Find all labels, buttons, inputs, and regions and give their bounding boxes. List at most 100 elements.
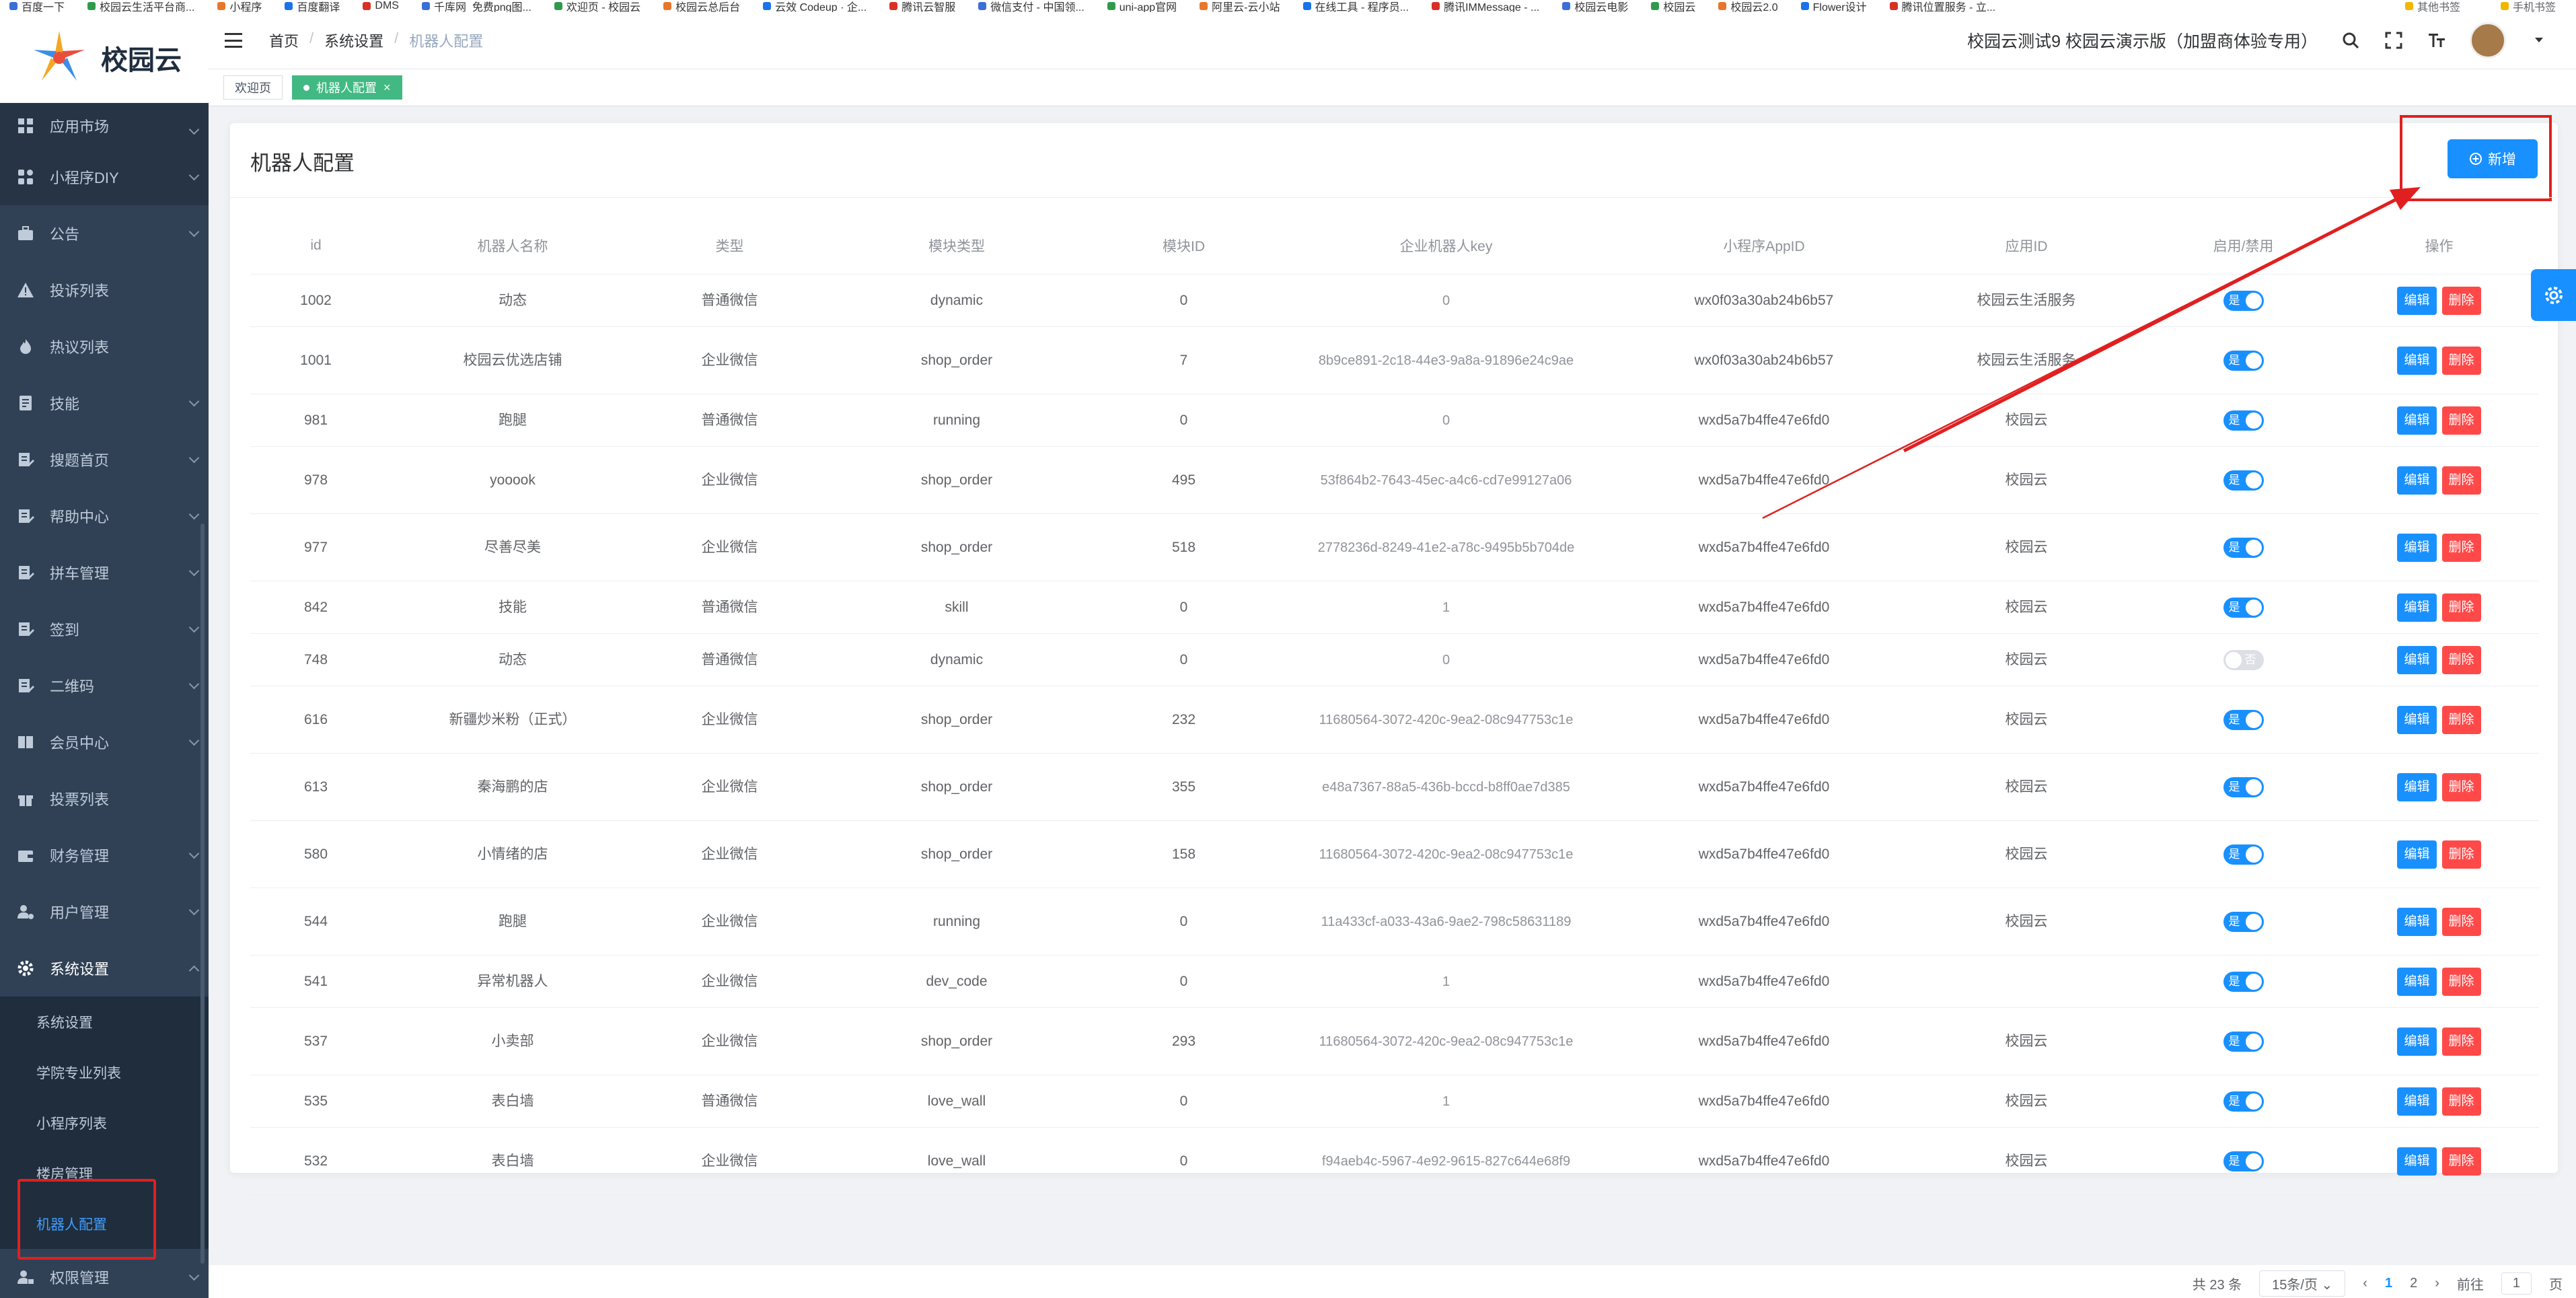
- page-1[interactable]: 1: [2385, 1276, 2392, 1291]
- edit-button[interactable]: 编辑: [2397, 1087, 2437, 1116]
- sidebar-item[interactable]: 热议列表: [0, 318, 209, 375]
- bookmark-item[interactable]: DMS: [363, 0, 399, 12]
- delete-button[interactable]: 删除: [2441, 1147, 2481, 1176]
- enable-switch[interactable]: 是: [2223, 470, 2264, 491]
- delete-button[interactable]: 删除: [2441, 346, 2481, 375]
- logo[interactable]: 校园云: [0, 12, 209, 103]
- bookmark-item[interactable]: 百度翻译: [285, 0, 340, 12]
- sidebar-item[interactable]: 搜题首页: [0, 431, 209, 488]
- bookmark-item[interactable]: 在线工具 - 程序员...: [1302, 0, 1409, 12]
- enable-switch[interactable]: 是: [2223, 537, 2264, 558]
- font-size-icon[interactable]: [2427, 30, 2447, 50]
- edit-button[interactable]: 编辑: [2397, 967, 2437, 996]
- sidebar-item[interactable]: 财务管理: [0, 827, 209, 884]
- edit-button[interactable]: 编辑: [2397, 907, 2437, 936]
- edit-button[interactable]: 编辑: [2397, 466, 2437, 495]
- bookmark-item[interactable]: 阿里云-云小站: [1200, 0, 1280, 12]
- delete-button[interactable]: 删除: [2441, 645, 2481, 674]
- sidebar-item[interactable]: 小程序DIY: [0, 149, 209, 205]
- delete-button[interactable]: 删除: [2441, 286, 2481, 315]
- enable-switch[interactable]: 是: [2223, 290, 2264, 311]
- breadcrumb-system-settings[interactable]: 系统设置: [324, 30, 383, 51]
- caret-down-icon[interactable]: [2529, 30, 2549, 50]
- enable-switch[interactable]: 是: [2223, 911, 2264, 932]
- prev-page-icon[interactable]: ‹: [2363, 1276, 2367, 1291]
- enable-switch[interactable]: 是: [2223, 350, 2264, 371]
- bookmark-item[interactable]: 校园云电影: [1562, 0, 1628, 12]
- edit-button[interactable]: 编辑: [2397, 533, 2437, 562]
- delete-button[interactable]: 删除: [2441, 533, 2481, 562]
- edit-button[interactable]: 编辑: [2397, 772, 2437, 801]
- bookmark-item[interactable]: 百度一下: [9, 0, 65, 12]
- enable-switch[interactable]: 否: [2223, 649, 2264, 670]
- delete-button[interactable]: 删除: [2441, 967, 2481, 996]
- delete-button[interactable]: 删除: [2441, 1087, 2481, 1116]
- delete-button[interactable]: 删除: [2441, 466, 2481, 495]
- bookmark-item[interactable]: 校园云生活平台商...: [87, 0, 194, 12]
- breadcrumb-home[interactable]: 首页: [269, 30, 299, 51]
- delete-button[interactable]: 删除: [2441, 593, 2481, 622]
- search-icon[interactable]: [2341, 30, 2361, 50]
- delete-button[interactable]: 删除: [2441, 840, 2481, 869]
- bookmark-item[interactable]: 微信支付 - 中国领...: [978, 0, 1084, 12]
- sidebar-item[interactable]: 公告: [0, 205, 209, 262]
- enable-switch[interactable]: 是: [2223, 1031, 2264, 1052]
- delete-button[interactable]: 删除: [2441, 907, 2481, 936]
- edit-button[interactable]: 编辑: [2397, 1027, 2437, 1056]
- bookmark-item[interactable]: 校园云: [1651, 0, 1695, 12]
- submenu-item[interactable]: 学院专业列表: [0, 1047, 209, 1097]
- edit-button[interactable]: 编辑: [2397, 346, 2437, 375]
- bookmark-item[interactable]: 云效 Codeup · 企...: [763, 0, 867, 12]
- edit-button[interactable]: 编辑: [2397, 593, 2437, 622]
- bookmark-item[interactable]: 欢迎页 - 校园云: [554, 0, 640, 12]
- bookmark-item[interactable]: 小程序: [217, 0, 262, 12]
- sidebar-item[interactable]: 二维码: [0, 657, 209, 714]
- page-size-select[interactable]: 15条/页 ⌄: [2259, 1270, 2346, 1297]
- edit-button[interactable]: 编辑: [2397, 406, 2437, 435]
- avatar[interactable]: [2470, 22, 2506, 59]
- delete-button[interactable]: 删除: [2441, 705, 2481, 734]
- edit-button[interactable]: 编辑: [2397, 840, 2437, 869]
- sidebar-item[interactable]: 用户管理: [0, 884, 209, 940]
- delete-button[interactable]: 删除: [2441, 1027, 2481, 1056]
- enable-switch[interactable]: 是: [2223, 971, 2264, 992]
- hamburger-icon[interactable]: [225, 33, 242, 48]
- bookmark-item[interactable]: Flower设计: [1800, 0, 1867, 12]
- enable-switch[interactable]: 是: [2223, 709, 2264, 730]
- bookmark-item[interactable]: 校园云总后台: [663, 0, 740, 12]
- bookmark-item[interactable]: 腾讯云智服: [889, 0, 955, 12]
- sidebar-item[interactable]: 应用市场: [0, 103, 209, 149]
- next-page-icon[interactable]: ›: [2435, 1276, 2439, 1291]
- fullscreen-icon[interactable]: [2384, 30, 2404, 50]
- sidebar-item[interactable]: 投诉列表: [0, 262, 209, 318]
- bookmark-item[interactable]: uni-app官网: [1107, 0, 1177, 12]
- settings-float-button[interactable]: [2531, 269, 2576, 321]
- delete-button[interactable]: 删除: [2441, 772, 2481, 801]
- bookmark-item[interactable]: 腾讯IMMessage - ...: [1432, 0, 1539, 12]
- submenu-item[interactable]: 系统设置: [0, 997, 209, 1047]
- sidebar-scrollbar[interactable]: [200, 524, 205, 1264]
- sidebar-item[interactable]: 投票列表: [0, 770, 209, 827]
- enable-switch[interactable]: 是: [2223, 597, 2264, 618]
- bookmark-item[interactable]: 千库网_免费png图...: [421, 0, 531, 12]
- enable-switch[interactable]: 是: [2223, 410, 2264, 431]
- enable-switch[interactable]: 是: [2223, 844, 2264, 865]
- tag-robot-config[interactable]: 机器人配置 ×: [292, 75, 402, 100]
- sidebar-item[interactable]: 拼车管理: [0, 544, 209, 601]
- edit-button[interactable]: 编辑: [2397, 1147, 2437, 1176]
- edit-button[interactable]: 编辑: [2397, 645, 2437, 674]
- submenu-item[interactable]: 小程序列表: [0, 1097, 209, 1148]
- tag-welcome[interactable]: 欢迎页: [223, 75, 283, 100]
- enable-switch[interactable]: 是: [2223, 1151, 2264, 1171]
- sidebar-item[interactable]: 签到: [0, 601, 209, 657]
- page-2[interactable]: 2: [2410, 1276, 2417, 1291]
- edit-button[interactable]: 编辑: [2397, 286, 2437, 315]
- sidebar-item[interactable]: 系统设置: [0, 940, 209, 997]
- bookmark-item[interactable]: 校园云2.0: [1718, 0, 1778, 12]
- sidebar-item[interactable]: 技能: [0, 375, 209, 431]
- add-button[interactable]: 新增: [2448, 139, 2538, 178]
- bookmark-item[interactable]: 腾讯位置服务 - 立...: [1889, 0, 1995, 12]
- enable-switch[interactable]: 是: [2223, 777, 2264, 797]
- sidebar-item[interactable]: 会员中心: [0, 714, 209, 770]
- edit-button[interactable]: 编辑: [2397, 705, 2437, 734]
